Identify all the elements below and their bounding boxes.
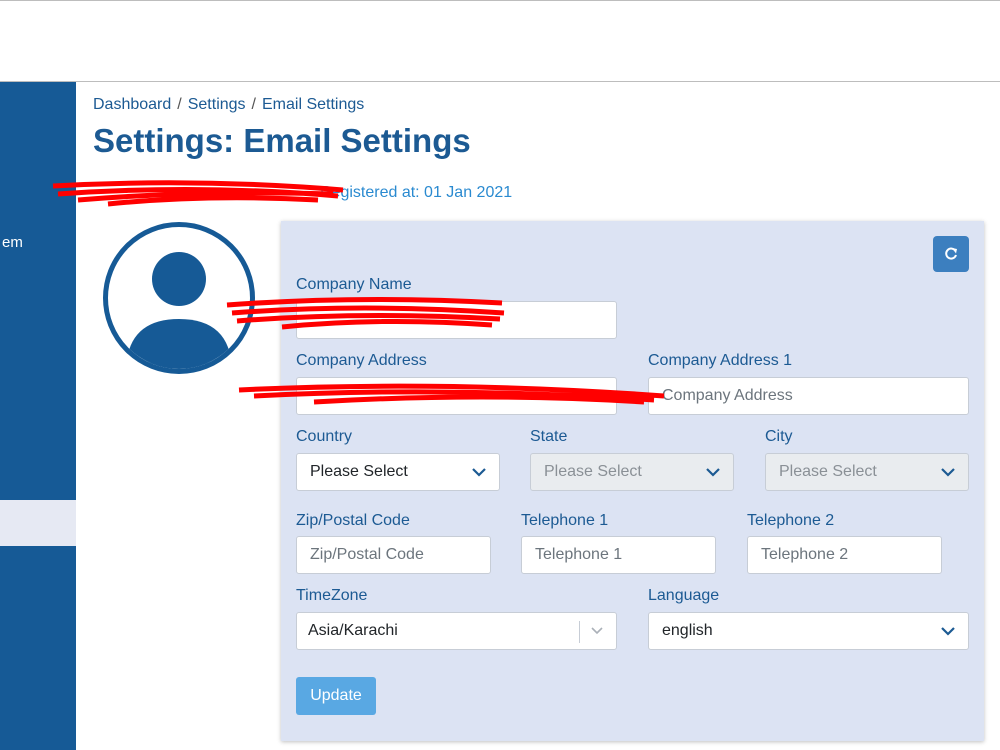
company-name-label: Company Name [296,276,412,293]
chevron-down-icon [941,627,955,636]
chevron-down-icon [591,627,603,635]
company-address-1-input[interactable]: Company Address [648,377,969,415]
sidebar-item-active[interactable] [0,500,76,546]
company-address-1-label: Company Address 1 [648,352,793,369]
language-label: Language [648,587,720,604]
timezone-value: Asia/Karachi [308,622,398,639]
timezone-select[interactable]: Asia/Karachi [296,612,617,650]
telephone-1-label: Telephone 1 [521,512,609,529]
chevron-down-icon [706,468,720,477]
sidebar-item-partial[interactable]: em [0,234,23,251]
zip-label: Zip/Postal Code [296,512,410,529]
breadcrumb-separator: / [177,96,182,113]
update-button[interactable]: Update [296,677,376,715]
state-label: State [530,428,568,445]
page-title: Settings: Email Settings [93,122,471,159]
breadcrumb: Dashboard / Settings / Email Settings [93,96,364,114]
state-value: Please Select [544,463,642,480]
breadcrumb-dashboard[interactable]: Dashboard [93,96,171,113]
redaction-scribble [238,383,665,405]
country-label: Country [296,428,353,445]
country-select[interactable]: Please Select [296,453,500,491]
top-bar [0,0,1000,82]
breadcrumb-separator: / [251,96,256,113]
select-separator [579,621,580,643]
telephone-1-input[interactable]: Telephone 1 [521,536,716,574]
refresh-icon [945,247,957,260]
redaction-scribble [52,180,344,207]
country-value: Please Select [310,463,408,480]
company-address-label: Company Address [296,352,427,369]
state-select[interactable]: Please Select [530,453,734,491]
chevron-down-icon [941,468,955,477]
city-value: Please Select [779,463,877,480]
chevron-down-icon [472,468,486,477]
telephone-2-label: Telephone 2 [747,512,835,529]
redaction-scribble [226,296,505,330]
breadcrumb-email-settings[interactable]: Email Settings [262,96,364,113]
language-select[interactable]: english [648,612,969,650]
telephone-2-input[interactable]: Telephone 2 [747,536,942,574]
registered-date: Registered at: 01 Jan 2021 [320,184,513,201]
city-label: City [765,428,793,445]
breadcrumb-settings[interactable]: Settings [188,96,246,113]
timezone-label: TimeZone [296,587,368,604]
city-select[interactable]: Please Select [765,453,969,491]
language-value: english [662,622,713,639]
refresh-button[interactable] [933,236,969,272]
zip-input[interactable]: Zip/Postal Code [296,536,491,574]
